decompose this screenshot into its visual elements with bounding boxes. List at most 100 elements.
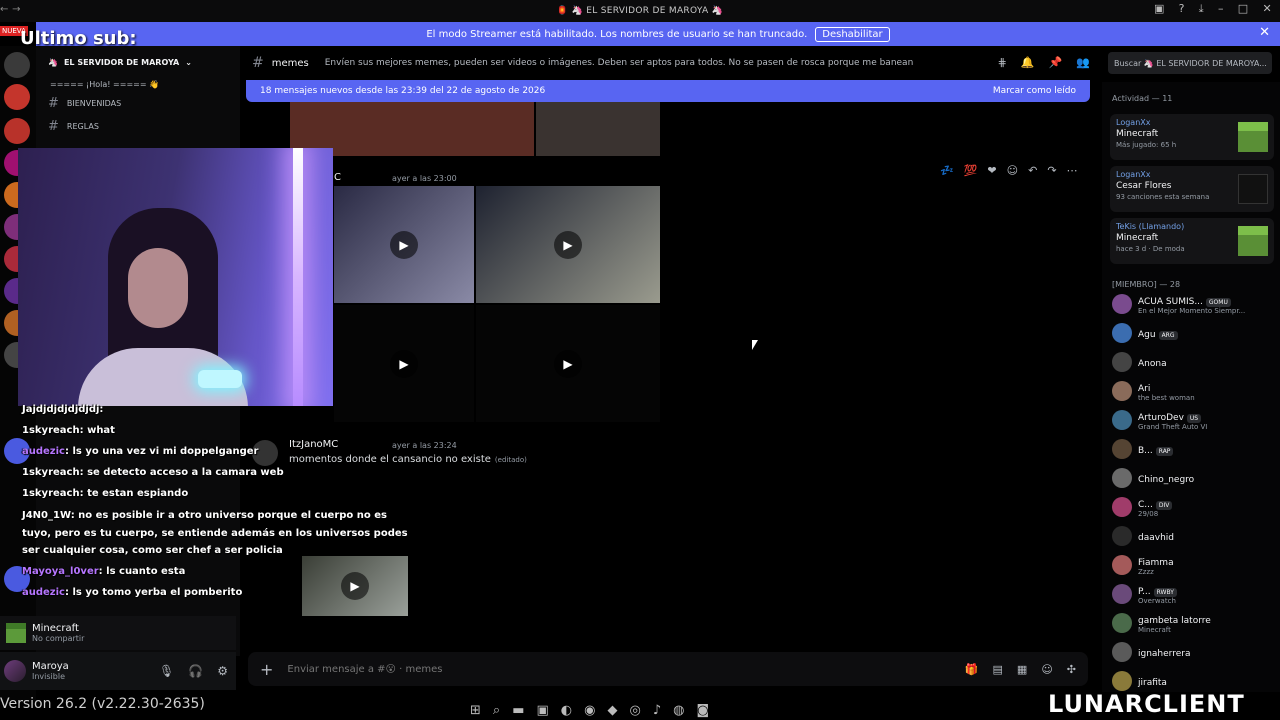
maximize-icon[interactable]: □ [1238,2,1249,16]
tiktok-icon[interactable]: ♪ [653,703,661,718]
minecraft-icon [1238,122,1268,152]
sticker-icon[interactable]: ▦ [1017,663,1027,676]
message-input[interactable] [287,663,888,675]
members-header: [MIEMBRO] — 28 [1112,280,1181,289]
channel-item-reglas[interactable]: # REGLAS [48,119,99,134]
edge-icon[interactable]: ◐ [561,703,572,718]
play-icon[interactable]: ▶ [390,349,418,378]
hundred-reaction-icon[interactable]: 💯 [964,164,978,177]
channel-item[interactable]: ===== ¡Hola! ===== 👋 [50,80,159,89]
more-icon[interactable]: ⋯ [1067,164,1078,177]
back-forward-icon[interactable]: ← → [0,4,21,15]
mark-as-read-button[interactable]: Marcar como leído [993,86,1076,96]
microphone-icon[interactable]: 🎙 [159,664,174,678]
add-reaction-icon[interactable]: ☺ [1007,164,1018,177]
play-icon[interactable]: ▶ [554,230,582,259]
reply-icon[interactable]: ↶ [1028,164,1037,177]
stream-chat-text: : [99,404,104,415]
member-item[interactable]: Fiamma Zzzz [1112,553,1276,577]
member-item[interactable]: daavhid [1112,524,1276,548]
activity-card[interactable]: LoganXx Minecraft Más jugado: 65 h [1110,114,1274,160]
user-panel: Maroya Invisible 🎙 🎧 ⚙ [0,652,236,690]
threads-icon[interactable]: ⋕ [998,56,1007,69]
discord-icon[interactable]: ◙ [696,703,709,718]
pin-icon[interactable]: 📌 [1049,56,1063,69]
zzz-reaction-icon[interactable]: 💤 [940,164,954,177]
member-item[interactable]: P... RWBY Overwatch [1112,582,1276,606]
new-messages-bar[interactable]: 18 mensajes nuevos desde las 23:39 del 2… [246,80,1090,102]
member-item[interactable]: B... RAP [1112,437,1276,461]
gif-icon[interactable]: ▤ [993,663,1003,676]
search-input[interactable]: Buscar 🦄 EL SERVIDOR DE MAROYA... [1108,52,1272,74]
play-icon[interactable]: ▶ [554,349,582,378]
video-attachment[interactable]: ▶ [302,556,408,616]
search-area: Buscar 🦄 EL SERVIDOR DE MAROYA... [1102,46,1280,80]
minecraft-icon[interactable]: ◆ [607,703,617,718]
member-item[interactable]: ignaherrera [1112,640,1276,664]
server-icon[interactable] [4,118,30,144]
video-attachment[interactable]: ▶ [476,186,660,303]
channel-topic[interactable]: Envíen sus mejores memes, pueden ser vid… [325,58,914,68]
gear-icon[interactable]: ⚙ [217,664,228,678]
activity-card[interactable]: TeKis (Llamando) Minecraft hace 3 d · De… [1110,218,1274,264]
forward-icon[interactable]: ↷ [1047,164,1056,177]
server-icon[interactable] [4,52,30,78]
stream-chat-line: 1skyreach: what [22,425,115,436]
play-icon[interactable]: ▶ [341,572,369,600]
hash-icon: # [252,55,264,71]
bell-icon[interactable]: 🔔 [1021,56,1035,69]
message-timestamp: ayer a las 23:00 [392,174,457,183]
store-icon[interactable]: ▣ [536,703,548,718]
member-item[interactable]: Agu ARG [1112,321,1276,345]
video-attachment[interactable]: ▶ [476,305,660,422]
channel-header: # memes Envíen sus mejores memes, pueden… [240,46,1102,80]
member-item[interactable]: C... DIV 29/08 [1112,495,1276,519]
member-item[interactable]: Anona [1112,350,1276,374]
apps-icon[interactable]: ✣ [1067,663,1076,676]
minimize-icon[interactable]: – [1218,2,1224,16]
obs-icon[interactable]: ◎ [629,703,640,718]
folder-icon[interactable]: ▬ [512,703,524,718]
activity-panel[interactable]: Minecraft No compartir [0,616,236,650]
headphones-icon[interactable]: 🎧 [188,664,203,678]
disable-streamer-button[interactable]: Deshabilitar [815,26,890,42]
avatar[interactable] [4,660,26,682]
hash-icon: # [48,96,59,111]
server-icon[interactable] [4,84,30,110]
inbox-icon[interactable]: ▣ [1154,2,1165,16]
play-icon[interactable]: ▶ [390,230,418,259]
help-icon[interactable]: ? [1179,2,1185,16]
heart-reaction-icon[interactable]: ❤ [987,164,996,177]
close-window-icon[interactable]: ✕ [1262,2,1272,16]
server-header[interactable]: 🦄 EL SERVIDOR DE MAROYA ⌄ [36,46,240,78]
plus-icon[interactable]: + [260,660,273,679]
avatar [1112,323,1132,343]
image-attachment[interactable] [536,102,660,156]
album-art-icon [1238,174,1268,204]
message-text: momentos donde el cansancio no existe (ed… [289,454,527,465]
member-item[interactable]: gambeta latorre Minecraft [1112,611,1276,635]
message-author[interactable]: ItzJanoMC [289,439,338,450]
avatar [1112,671,1132,691]
download-icon[interactable]: ⤓ [1199,2,1204,16]
close-banner-icon[interactable]: ✕ [1259,25,1270,40]
member-item[interactable]: Ari the best woman [1112,379,1276,403]
members-icon[interactable]: 👥 [1076,56,1090,69]
member-item[interactable]: ArturoDev US Grand Theft Auto VI [1112,408,1276,432]
activity-card[interactable]: LoganXx Cesar Flores 93 canciones esta s… [1110,166,1274,212]
member-item[interactable]: Chino_negro [1112,466,1276,490]
video-attachment[interactable]: ▶ [334,305,474,422]
search-icon[interactable]: ⌕ [493,703,500,718]
avatar [1112,555,1132,575]
message-author[interactable]: C [334,172,341,183]
chrome-icon[interactable]: ◉ [584,703,595,718]
channel-item-bienvenidas[interactable]: # BIENVENIDAS [48,96,121,111]
video-attachment[interactable]: ▶ [334,186,474,303]
emoji-icon[interactable]: ☺ [1041,663,1052,676]
windows-start-icon[interactable]: ⊞ [470,703,481,718]
member-item[interactable]: ACUA SUMIS... GOMU En el Mejor Momento Sie… [1112,292,1276,316]
gift-icon[interactable]: 🎁 [965,663,979,676]
spotify-icon[interactable]: ◍ [673,703,684,718]
member-tag: ARG [1158,331,1178,340]
last-sub-title: Ultimo sub: [20,28,137,49]
